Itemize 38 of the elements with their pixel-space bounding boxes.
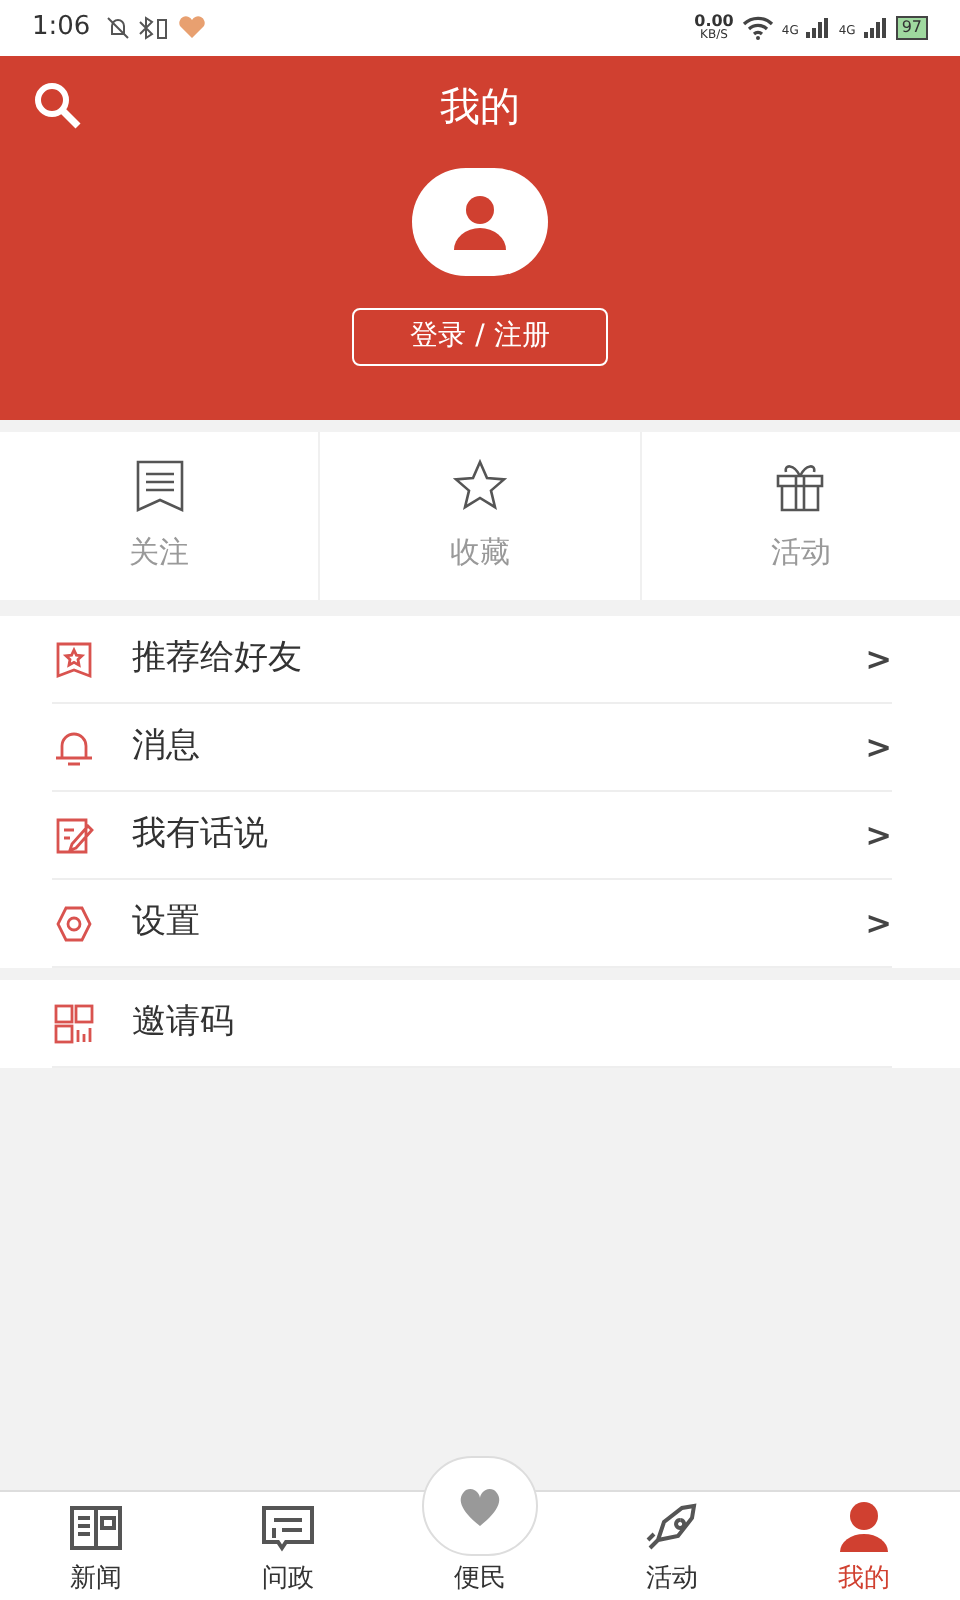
bluetooth-icon xyxy=(138,16,171,40)
menu-label: 推荐给好友 xyxy=(132,635,302,682)
menu-label: 邀请码 xyxy=(132,999,234,1046)
person-icon xyxy=(450,194,510,250)
battery-level: 97 xyxy=(895,16,928,40)
menu-item[interactable]: 我有话说 > xyxy=(52,792,892,880)
chevron-icon: > xyxy=(865,899,892,947)
network-speed: 0.00 xyxy=(694,14,734,30)
signal-icon xyxy=(863,16,888,40)
heart-icon xyxy=(178,16,207,40)
menu-item[interactable]: 推荐给好友 > xyxy=(52,616,892,704)
notification-off-icon xyxy=(106,16,131,40)
chevron-icon: > xyxy=(865,723,892,771)
menu-label: 设置 xyxy=(132,899,200,946)
edit-icon xyxy=(52,813,96,857)
status-time: 1:06 xyxy=(32,10,91,47)
badge-icon xyxy=(52,637,96,681)
menu-label: 消息 xyxy=(132,723,200,770)
tab-item[interactable]: 活动 xyxy=(576,1492,768,1600)
chevron-icon: > xyxy=(865,811,892,859)
login-button[interactable]: 登录 / 注册 xyxy=(352,308,608,366)
wifi-icon xyxy=(741,16,774,40)
star-icon xyxy=(451,457,508,514)
search-icon[interactable] xyxy=(32,80,84,132)
gear-icon xyxy=(52,901,96,945)
tab-item[interactable]: 问政 xyxy=(192,1492,384,1600)
person-icon xyxy=(834,1499,894,1555)
avatar[interactable] xyxy=(412,168,548,276)
menu-item[interactable]: 消息 > xyxy=(52,704,892,792)
chevron-icon: > xyxy=(865,635,892,683)
page-title: 我的 xyxy=(440,80,520,134)
tab-item[interactable]: 便民 xyxy=(384,1456,576,1600)
signal-icon xyxy=(806,16,831,40)
qr-code-icon xyxy=(52,1001,96,1045)
tab-item[interactable]: 新闻 xyxy=(0,1492,192,1600)
menu-label: 我有话说 xyxy=(132,811,268,858)
menu-item[interactable]: 设置 > xyxy=(52,880,892,968)
bookmark-icon xyxy=(131,457,188,514)
